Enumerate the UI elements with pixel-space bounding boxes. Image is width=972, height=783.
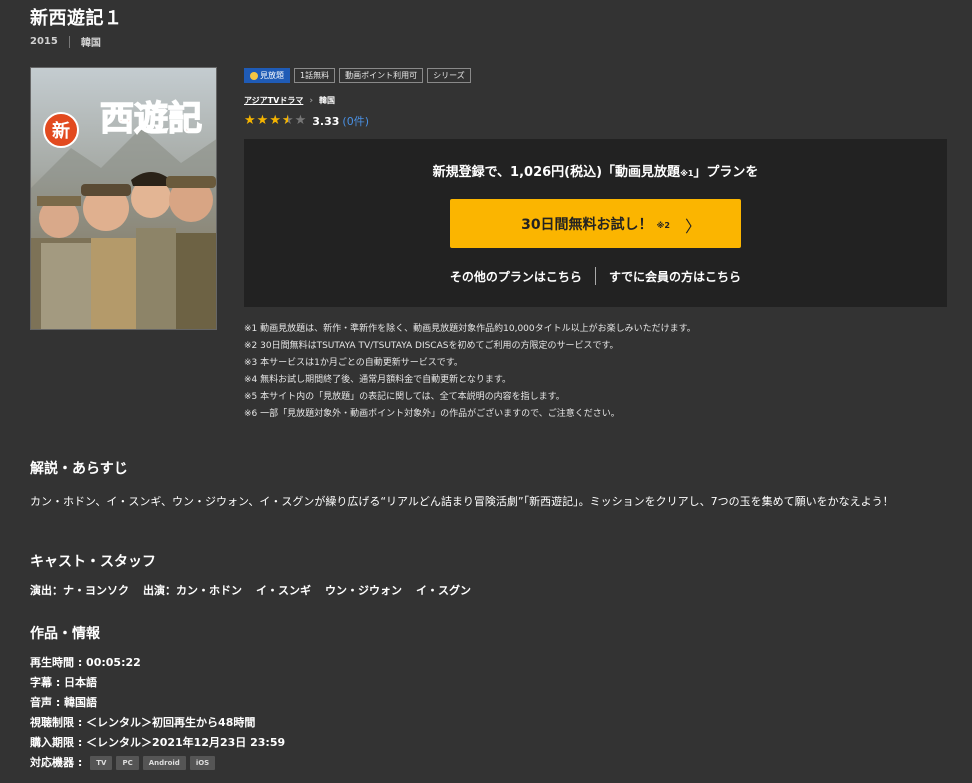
free-trial-label: 30日間無料お試し！ <box>521 216 653 233</box>
performer[interactable]: 出演：カン・ホドン <box>143 582 242 598</box>
breadcrumb-country: 韓国 <box>319 96 336 105</box>
release-year: 2015 <box>30 36 58 47</box>
other-plans-link[interactable]: その他のプランはこちら <box>450 268 582 285</box>
rating-stars: ★ ★ ★ ★ ★ <box>244 113 307 129</box>
free-trial-button[interactable]: 30日間無料お試し！ ※2 〉 <box>450 199 741 248</box>
poster-logo-small: 新 <box>52 120 70 142</box>
star-icon: ★ <box>256 113 269 128</box>
synopsis-heading: 解説・あらすじ <box>30 461 128 477</box>
device-tv: TV <box>90 756 113 770</box>
purchase-limit: 購入期限 : ＜レンタル＞2021年12月23日 23:59 <box>30 736 286 749</box>
performer[interactable]: ウン・ジウォン <box>325 582 402 598</box>
badge-unlimited-label: 見放題 <box>260 71 284 80</box>
cast-heading: キャスト・スタッフ <box>30 554 156 570</box>
star-empty-icon: ★ <box>294 113 307 128</box>
link-divider <box>594 267 596 285</box>
cast-list: 演出：ナ・ヨンソク 出演：カン・ホドン イ・スンギ ウン・ジウォン イ・スグン <box>30 582 471 598</box>
poster-image[interactable]: 新 西遊記 <box>30 67 217 330</box>
meta-divider <box>68 35 70 48</box>
poster-logo-main: 西遊記 <box>100 99 202 139</box>
note-line: ※5 本サイト内の「見放題」の表記に関しては、全て本説明の内容を指します。 <box>244 392 565 402</box>
audio: 音声 : 韓国語 <box>30 696 98 709</box>
poster-artwork: 新 西遊記 <box>31 68 216 329</box>
work-info: 再生時間 : 00:05:22 字幕 : 日本語 音声 : 韓国語 視聴制限 :… <box>30 653 285 773</box>
badge-list: 見放題 1話無料 動画ポイント利用可 シリーズ <box>244 68 471 83</box>
badge-free-episode: 1話無料 <box>294 68 336 83</box>
note-line: ※1 動画見放題は、新作・準新作を除く、動画見放題対象作品約10,000タイトル… <box>244 324 696 334</box>
star-half-icon: ★ <box>282 114 294 129</box>
badge-series: シリーズ <box>427 68 471 83</box>
page-title: 新西遊記１ <box>30 8 123 29</box>
rating-score: 3.33 <box>312 114 340 128</box>
note-line: ※2 30日間無料はTSUTAYA TV/TSUTAYA DISCASを初めてご… <box>244 341 619 351</box>
review-count-link[interactable]: (0件) <box>342 113 369 129</box>
plan-headline-note: ※1 <box>680 169 694 178</box>
star-icon: ★ <box>269 113 281 128</box>
device-ios: iOS <box>189 756 216 770</box>
plan-headline: 新規登録で、1,026円(税込)「動画見放題※1」プランを <box>244 161 947 180</box>
chevron-right-icon: › <box>309 95 314 106</box>
breadcrumb: アジアTVドラマ › 韓国 <box>244 95 335 106</box>
chevron-right-icon: 〉 <box>684 217 701 236</box>
performer[interactable]: イ・スンギ <box>256 582 311 598</box>
synopsis-text: カン・ホドン、イ・スンギ、ウン・ジウォン、イ・スグンが繰り広げる“リアルどん詰ま… <box>30 495 894 508</box>
breadcrumb-genre-link[interactable]: アジアTVドラマ <box>244 95 303 106</box>
supported-devices: 対応機器 : TV PC Android iOS <box>30 753 285 773</box>
info-heading: 作品・情報 <box>30 626 100 642</box>
country: 韓国 <box>80 38 101 49</box>
plan-signup-box: 新規登録で、1,026円(税込)「動画見放題※1」プランを 30日間無料お試し！… <box>244 139 947 307</box>
plan-notes: ※1 動画見放題は、新作・準新作を除く、動画見放題対象作品約10,000タイトル… <box>244 321 696 423</box>
device-android: Android <box>142 756 186 770</box>
performer[interactable]: イ・スグン <box>416 582 471 598</box>
plan-links: その他のプランはこちら すでに会員の方はこちら <box>244 267 947 285</box>
device-pc: PC <box>116 756 139 770</box>
plan-headline-text: 新規登録で、1,026円(税込)「動画見放題 <box>432 165 681 180</box>
star-icon: ★ <box>244 113 256 128</box>
note-line: ※6 一部「見放題対象外・動画ポイント対象外」の作品がございますので、ご注意くだ… <box>244 409 620 419</box>
viewing-limit: 視聴制限 : ＜レンタル＞初回再生から48時間 <box>30 716 256 729</box>
badge-points: 動画ポイント利用可 <box>339 68 424 83</box>
runtime: 再生時間 : 00:05:22 <box>30 656 141 669</box>
director[interactable]: 演出：ナ・ヨンソク <box>30 582 129 598</box>
note-line: ※4 無料お試し期間終了後、通常月額料金で自動更新となります。 <box>244 375 511 385</box>
devices-label: 対応機器 : <box>30 756 83 769</box>
member-login-link[interactable]: すでに会員の方はこちら <box>609 268 741 285</box>
rating: ★ ★ ★ ★ ★ 3.33 (0件) <box>244 113 369 129</box>
unlimited-icon <box>250 71 258 80</box>
subtitles: 字幕 : 日本語 <box>30 676 98 689</box>
plan-headline-tail: 」プランを <box>693 165 759 180</box>
title-meta: 2015 韓国 <box>30 34 101 49</box>
free-trial-note: ※2 <box>656 220 670 230</box>
badge-unlimited: 見放題 <box>244 68 290 83</box>
note-line: ※3 本サービスは1か月ごとの自動更新サービスです。 <box>244 358 463 368</box>
